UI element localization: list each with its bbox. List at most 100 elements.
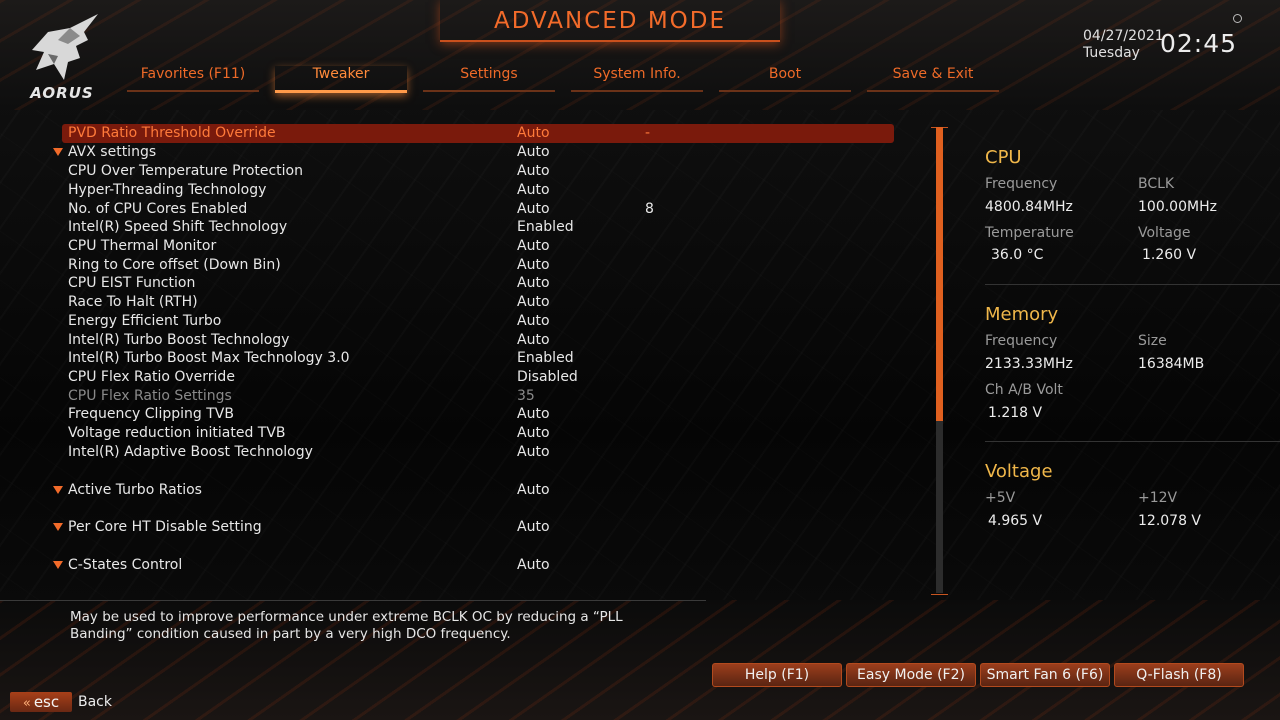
q-flash-button[interactable]: Q-Flash (F8) bbox=[1114, 663, 1244, 687]
setting-row[interactable]: C-States Control Auto bbox=[53, 556, 894, 575]
cpu-heading: CPU bbox=[985, 147, 1022, 168]
setting-row[interactable]: Intel(R) Adaptive Boost Technology Auto bbox=[62, 443, 894, 462]
setting-label: CPU Thermal Monitor bbox=[68, 238, 217, 254]
setting-row[interactable]: Active Turbo Ratios Auto bbox=[53, 481, 894, 500]
setting-label: PVD Ratio Threshold Override bbox=[68, 125, 276, 141]
setting-value[interactable]: Auto bbox=[517, 256, 550, 275]
setting-value[interactable]: Disabled bbox=[517, 368, 578, 387]
setting-label: No. of CPU Cores Enabled bbox=[68, 201, 248, 217]
cpu-temperature-value: 36.0 °C bbox=[991, 247, 1044, 263]
settings-gear-icon[interactable] bbox=[1233, 14, 1242, 23]
setting-row: CPU Flex Ratio Settings 35 bbox=[62, 387, 894, 406]
memory-volt-value: 1.218 V bbox=[988, 405, 1043, 421]
help-description: May be used to improve performance under… bbox=[70, 609, 623, 642]
setting-row[interactable]: No. of CPU Cores Enabled Auto 8 bbox=[62, 200, 894, 219]
brand-logo-text: AORUS bbox=[30, 84, 94, 102]
help-button[interactable]: Help (F1) bbox=[712, 663, 842, 687]
weekday-text: Tuesday bbox=[1083, 45, 1140, 61]
setting-current-value: - bbox=[645, 125, 651, 141]
esc-label: esc bbox=[33, 693, 60, 711]
tab-boot[interactable]: Boot bbox=[719, 66, 851, 92]
panel-divider bbox=[985, 284, 1280, 285]
setting-row[interactable]: PVD Ratio Threshold Override Auto - bbox=[62, 124, 894, 143]
setting-value[interactable]: Auto bbox=[517, 443, 550, 462]
memory-volt-label: Ch A/B Volt bbox=[985, 382, 1063, 398]
setting-label: Race To Halt (RTH) bbox=[68, 294, 198, 310]
cpu-bclk-value: 100.00MHz bbox=[1138, 199, 1217, 215]
setting-value[interactable]: Auto bbox=[517, 518, 550, 537]
panel-divider bbox=[985, 441, 1280, 442]
setting-value[interactable]: Auto bbox=[517, 124, 550, 143]
memory-frequency-label: Frequency bbox=[985, 333, 1058, 349]
setting-row[interactable]: Intel(R) Speed Shift Technology Enabled bbox=[62, 218, 894, 237]
setting-row[interactable]: CPU Flex Ratio Override Disabled bbox=[62, 368, 894, 387]
setting-row[interactable]: Intel(R) Turbo Boost Technology Auto bbox=[62, 331, 894, 350]
scrollbar-bottom-cap bbox=[931, 594, 948, 595]
setting-current-value: 8 bbox=[645, 201, 654, 217]
setting-label: CPU Flex Ratio Override bbox=[68, 369, 235, 385]
setting-row[interactable]: Voltage reduction initiated TVB Auto bbox=[62, 424, 894, 443]
setting-value[interactable]: Auto bbox=[517, 181, 550, 200]
date-display: 04/27/2021 Tuesday bbox=[1083, 28, 1164, 62]
setting-row[interactable]: AVX settings Auto bbox=[53, 143, 894, 162]
voltage-12v-label: +12V bbox=[1138, 490, 1178, 506]
triangle-down-icon bbox=[53, 148, 63, 156]
voltage-5v-label: +5V bbox=[985, 490, 1016, 506]
page-title: ADVANCED MODE bbox=[493, 8, 727, 34]
setting-row[interactable]: Hyper-Threading Technology Auto bbox=[62, 181, 894, 200]
tab-settings[interactable]: Settings bbox=[423, 66, 555, 92]
setting-value[interactable]: Enabled bbox=[517, 349, 574, 368]
setting-value[interactable]: Auto bbox=[517, 405, 550, 424]
voltage-heading: Voltage bbox=[985, 461, 1053, 482]
voltage-5v-value: 4.965 V bbox=[988, 513, 1043, 529]
setting-label: AVX settings bbox=[68, 144, 157, 160]
cpu-bclk-label: BCLK bbox=[1138, 176, 1175, 192]
setting-label: Energy Efficient Turbo bbox=[68, 313, 222, 329]
setting-value[interactable]: Auto bbox=[517, 143, 550, 162]
esc-button[interactable]: «esc bbox=[10, 692, 72, 712]
setting-value[interactable]: Auto bbox=[517, 556, 550, 575]
easy-mode-button[interactable]: Easy Mode (F2) bbox=[846, 663, 976, 687]
setting-value[interactable]: Auto bbox=[517, 331, 550, 350]
setting-row[interactable]: Energy Efficient Turbo Auto bbox=[62, 312, 894, 331]
setting-row[interactable]: CPU EIST Function Auto bbox=[62, 274, 894, 293]
cpu-temperature-label: Temperature bbox=[985, 225, 1074, 241]
setting-label: CPU Over Temperature Protection bbox=[68, 163, 303, 179]
setting-row[interactable]: Frequency Clipping TVB Auto bbox=[62, 405, 894, 424]
memory-heading: Memory bbox=[985, 304, 1059, 325]
smart-fan-button[interactable]: Smart Fan 6 (F6) bbox=[980, 663, 1110, 687]
setting-value[interactable]: Enabled bbox=[517, 218, 574, 237]
setting-value[interactable]: Auto bbox=[517, 200, 550, 219]
setting-row[interactable]: Intel(R) Turbo Boost Max Technology 3.0 E… bbox=[62, 349, 894, 368]
setting-row[interactable]: Ring to Core offset (Down Bin) Auto bbox=[62, 256, 894, 275]
setting-value[interactable]: Auto bbox=[517, 424, 550, 443]
tab-system-info[interactable]: System Info. bbox=[571, 66, 703, 92]
cpu-voltage-value: 1.260 V bbox=[1142, 247, 1197, 263]
setting-row[interactable]: CPU Thermal Monitor Auto bbox=[62, 237, 894, 256]
setting-label: Hyper-Threading Technology bbox=[68, 182, 267, 198]
help-divider bbox=[0, 600, 706, 601]
setting-value: 35 bbox=[517, 388, 535, 404]
setting-label: Intel(R) Speed Shift Technology bbox=[68, 219, 288, 235]
setting-label: Per Core HT Disable Setting bbox=[68, 519, 262, 535]
tab-favorites-f11[interactable]: Favorites (F11) bbox=[127, 66, 259, 92]
clock-display[interactable]: 02:45 bbox=[1160, 29, 1237, 58]
setting-label: Ring to Core offset (Down Bin) bbox=[68, 257, 281, 273]
setting-row[interactable]: CPU Over Temperature Protection Auto bbox=[62, 162, 894, 181]
setting-value[interactable]: Auto bbox=[517, 237, 550, 256]
back-label[interactable]: Back bbox=[78, 694, 112, 710]
setting-value[interactable]: Auto bbox=[517, 274, 550, 293]
setting-row[interactable]: Race To Halt (RTH) Auto bbox=[62, 293, 894, 312]
double-chevron-left-icon: « bbox=[22, 696, 31, 711]
triangle-down-icon bbox=[53, 561, 63, 569]
tab-save-exit[interactable]: Save & Exit bbox=[867, 66, 999, 92]
triangle-down-icon bbox=[53, 523, 63, 531]
setting-value[interactable]: Auto bbox=[517, 481, 550, 500]
setting-row[interactable]: Per Core HT Disable Setting Auto bbox=[53, 518, 894, 537]
cpu-voltage-label: Voltage bbox=[1138, 225, 1191, 241]
setting-value[interactable]: Auto bbox=[517, 293, 550, 312]
setting-value[interactable]: Auto bbox=[517, 312, 550, 331]
tab-tweaker[interactable]: Tweaker bbox=[275, 66, 407, 93]
scrollbar-thumb[interactable] bbox=[936, 127, 943, 421]
setting-value[interactable]: Auto bbox=[517, 162, 550, 181]
